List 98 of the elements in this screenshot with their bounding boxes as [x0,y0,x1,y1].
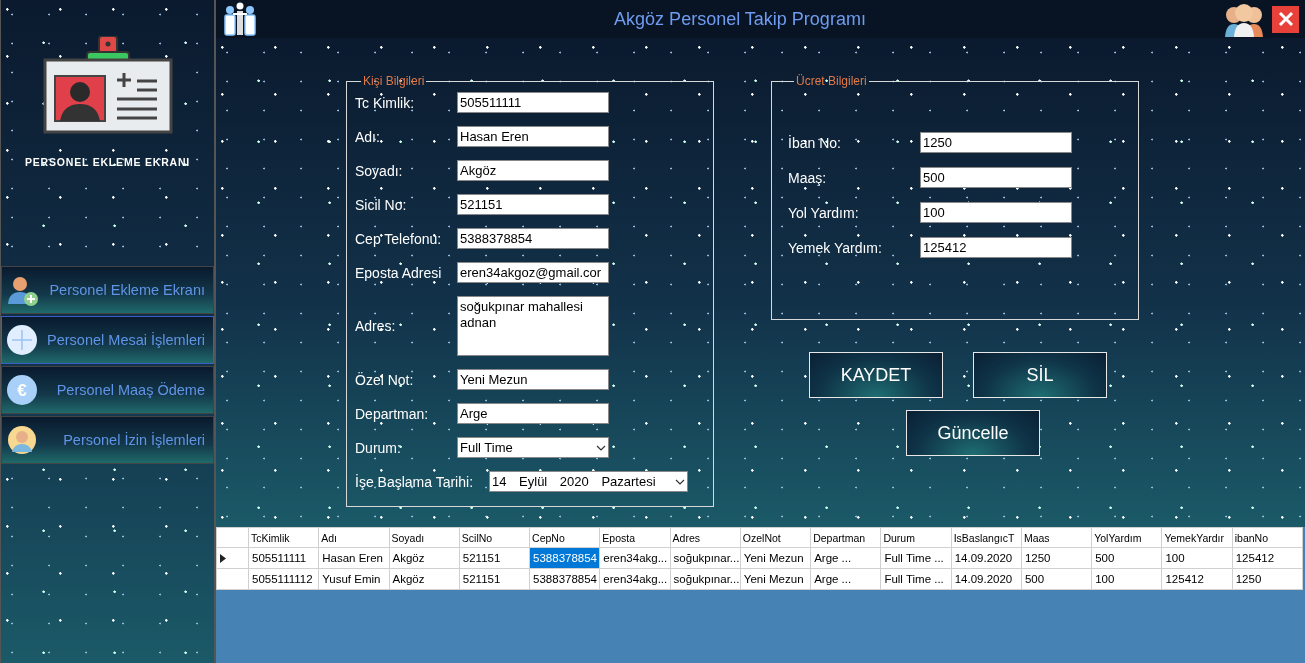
table-cell[interactable]: soğukpınar... [670,547,741,569]
column-header[interactable]: IsBaslangıcT [951,527,1022,548]
input-field[interactable]: Hasan Eren [457,126,609,147]
field-label: Departman: [355,405,430,422]
sidebar-menu-item[interactable]: € Personel Maaş Ödeme [1,366,214,414]
field-label: Yol Yardım: [788,204,860,221]
table-cell[interactable]: 125412 [1232,547,1303,569]
group-title: Kişi Bilgileri [362,74,426,88]
table-cell[interactable]: 505511111 [248,547,319,569]
dropdown[interactable]: Full Time [457,437,609,458]
table-cell[interactable]: 521151 [459,568,530,590]
table-cell[interactable]: 14.09.2020 [951,547,1022,569]
group-title: Ücret Bilgileri [795,74,868,88]
input-field[interactable]: Akgöz [457,160,609,181]
field-label: İşe Başlama Tarihi: [355,473,474,490]
sidebar-menu-item[interactable]: Personel Ekleme Ekranı [1,266,214,314]
table-cell[interactable]: Yeni Mezun [740,568,811,590]
table-cell[interactable]: 5055111112 [248,568,319,590]
close-icon [1277,11,1294,27]
column-header[interactable]: Soyadı [389,527,460,548]
people-group-icon [222,2,258,36]
field-label: Soyadı: [355,162,404,179]
caret-icon [675,478,685,485]
table-cell[interactable]: Yeni Mezun [740,547,811,569]
input-field[interactable]: 521151 [457,194,609,215]
action-button[interactable]: KAYDET [809,352,943,398]
field-label: Adı: [355,128,381,145]
input-field[interactable]: Yeni Mezun [457,369,609,390]
close-button[interactable] [1272,5,1299,33]
table-cell[interactable]: soğukpınar... [670,568,741,590]
table-cell[interactable]: Full Time ... [880,547,952,569]
text-area[interactable]: soğukpınar mahallesi adnan [457,296,609,356]
table-cell[interactable]: 1250 [1232,568,1303,590]
field-label: Eposta Adresi [355,264,443,281]
table-cell[interactable]: 100 [1091,568,1162,590]
sidebar-heading: PERSONEL EKLEME EKRANI [25,156,190,168]
date-picker[interactable]: 14 Eylül 2020 Pazartesi [489,471,688,492]
person-avatar-icon [6,424,38,456]
table-cell[interactable]: 5388378854 [529,568,600,590]
input-field[interactable]: eren34akgoz@gmail.cor [457,262,609,283]
input-field[interactable]: 500 [920,167,1072,188]
column-header[interactable]: YolYardım [1091,527,1162,548]
table-cell[interactable]: Full Time ... [880,568,952,590]
table-cell[interactable]: 14.09.2020 [951,568,1022,590]
table-cell[interactable]: eren34akg... [599,568,671,590]
input-field[interactable]: 125412 [920,237,1072,258]
field-label: Cep Telefonu: [355,230,443,247]
euro-coin-icon: € [6,374,38,406]
column-header[interactable]: ScilNo [459,527,530,548]
column-header[interactable]: Eposta [599,527,671,548]
person-add-icon [6,274,38,306]
field-label: Tc Kimlik: [355,94,416,111]
table-cell[interactable]: Akgöz [389,547,460,569]
table-cell[interactable]: 125412 [1161,568,1233,590]
input-field[interactable]: 505511111 [457,92,609,113]
input-field[interactable]: 5388378854 [457,228,609,249]
action-button[interactable]: SİL [973,352,1107,398]
row-marker-icon [220,553,226,563]
field-label: Adres: [355,318,397,334]
table-cell[interactable]: 521151 [459,547,530,569]
column-header[interactable]: Adres [670,527,741,548]
table-cell[interactable]: Arge ... [810,568,881,590]
field-label: Özel Not: [355,371,415,388]
column-header[interactable]: TcKimlik [248,527,319,548]
column-header[interactable]: CepNo [529,527,600,548]
user-group-icon [1222,1,1266,37]
row-header[interactable] [216,547,249,569]
column-header[interactable]: ibanNo [1232,527,1303,548]
sidebar-menu-item[interactable]: Personel İzin İşlemleri [1,416,214,464]
table-cell[interactable]: Arge ... [810,547,881,569]
table-cell[interactable]: Akgöz [389,568,460,590]
field-label: Yemek Yardım: [788,239,883,256]
action-button[interactable]: Güncelle [906,410,1040,456]
caret-icon [596,444,606,451]
table-cell[interactable]: Yusuf Emin [318,568,390,590]
input-field[interactable]: 1250 [920,132,1072,153]
field-label: İban No: [788,134,842,151]
field-label: Maaş: [788,169,828,186]
input-field[interactable]: 100 [920,202,1072,223]
table-cell[interactable]: 500 [1091,547,1162,569]
column-header[interactable]: Maas [1021,527,1092,548]
table-cell[interactable]: 500 [1021,568,1092,590]
table-cell[interactable]: Hasan Eren [318,547,390,569]
sidebar-menu-item[interactable]: Personel Mesai İşlemleri [1,316,214,364]
input-field[interactable]: Arge [457,403,609,424]
table-cell[interactable]: 100 [1161,547,1233,569]
column-header[interactable]: OzelNot [740,527,811,548]
column-header[interactable]: Adı [318,527,390,548]
window-title: Akgöz Personel Takip Programı [613,8,867,30]
column-header[interactable]: YemekYardır [1161,527,1233,548]
column-header[interactable]: Durum [880,527,952,548]
table-cell[interactable]: eren34akg... [599,547,671,569]
field-label: Durum: [355,439,402,456]
plus-circle-icon [6,324,38,356]
column-header[interactable]: Departman [810,527,881,548]
row-header [216,527,249,548]
field-label: Sicil No: [355,196,408,213]
table-cell[interactable]: 1250 [1021,547,1092,569]
